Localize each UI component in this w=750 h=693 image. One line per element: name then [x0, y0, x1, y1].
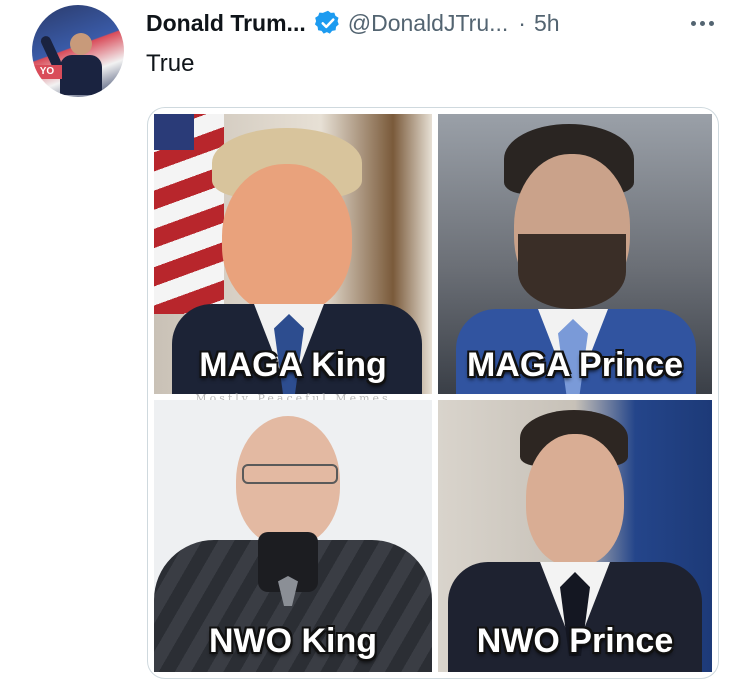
panel-label: MAGA King: [199, 346, 387, 384]
avatar-suit: [60, 55, 102, 95]
more-dot: [699, 20, 705, 26]
more-dot: [690, 20, 696, 26]
panel-label: NWO Prince: [476, 622, 674, 660]
us-flag-image: [154, 114, 224, 314]
portrait-face: [526, 434, 624, 566]
header-separator: ·: [518, 9, 526, 36]
meme-panel-maga-prince: MAGA Prince: [438, 114, 712, 394]
beard-shape: [518, 234, 626, 309]
more-horizontal-icon[interactable]: [682, 6, 722, 40]
tweet-timestamp[interactable]: 5h: [534, 10, 560, 37]
meme-panel-nwo-king: NWO King: [154, 400, 432, 672]
verified-badge-icon: [314, 10, 339, 34]
panel-label: MAGA Prince: [466, 346, 683, 384]
avatar-banner-text: YO: [32, 65, 62, 79]
portrait-face: [222, 164, 352, 314]
tweet-header: Donald Trum... @DonaldJTru... · 5h: [146, 6, 560, 40]
tweet-image[interactable]: MAGA King MAGA Prince Mostly Peaceful Me…: [147, 107, 719, 679]
meme-panel-maga-king: MAGA King: [154, 114, 432, 394]
author-name[interactable]: Donald Trum...: [146, 10, 306, 37]
author-handle[interactable]: @DonaldJTru...: [348, 10, 509, 37]
author-avatar[interactable]: YO: [32, 5, 124, 97]
panel-label: NWO King: [208, 622, 378, 660]
meme-panel-nwo-prince: NWO Prince: [438, 400, 712, 672]
tweet-text: True: [146, 50, 195, 77]
more-dot: [708, 20, 714, 26]
avatar-face: [70, 33, 92, 55]
glasses-shape: [242, 464, 338, 484]
